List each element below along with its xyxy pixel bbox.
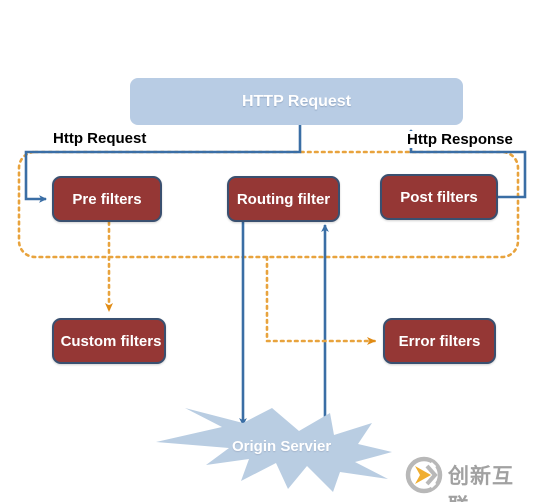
pre-filters-box[interactable]: Pre filters: [52, 176, 162, 222]
error-filters-label: Error filters: [398, 332, 481, 350]
routing-filter-label: Routing filter: [236, 190, 331, 208]
http-request-banner: HTTP Request: [130, 78, 463, 125]
diagram-canvas: HTTP Request Http Request Http Response …: [0, 0, 535, 502]
http-request-edge-label: Http Request: [50, 130, 150, 147]
http-response-edge-label: Http Response: [404, 131, 516, 148]
pre-filters-label: Pre filters: [72, 190, 142, 208]
custom-filters-box[interactable]: Custom filters: [52, 318, 166, 364]
routing-filter-box[interactable]: Routing filter: [227, 176, 340, 222]
watermark-text: 创新互联: [448, 464, 514, 502]
region-to-error-arrow: [265, 255, 377, 345]
http-request-banner-label: HTTP Request: [241, 92, 352, 110]
custom-filters-label: Custom filters: [60, 332, 162, 350]
post-filters-box[interactable]: Post filters: [380, 174, 498, 220]
watermark: 创新互联: [404, 455, 530, 502]
connector-layer: [17, 125, 527, 492]
post-filters-label: Post filters: [400, 188, 478, 206]
origin-server-label: Origin Servier: [232, 438, 332, 455]
error-filters-box[interactable]: Error filters: [383, 318, 496, 364]
